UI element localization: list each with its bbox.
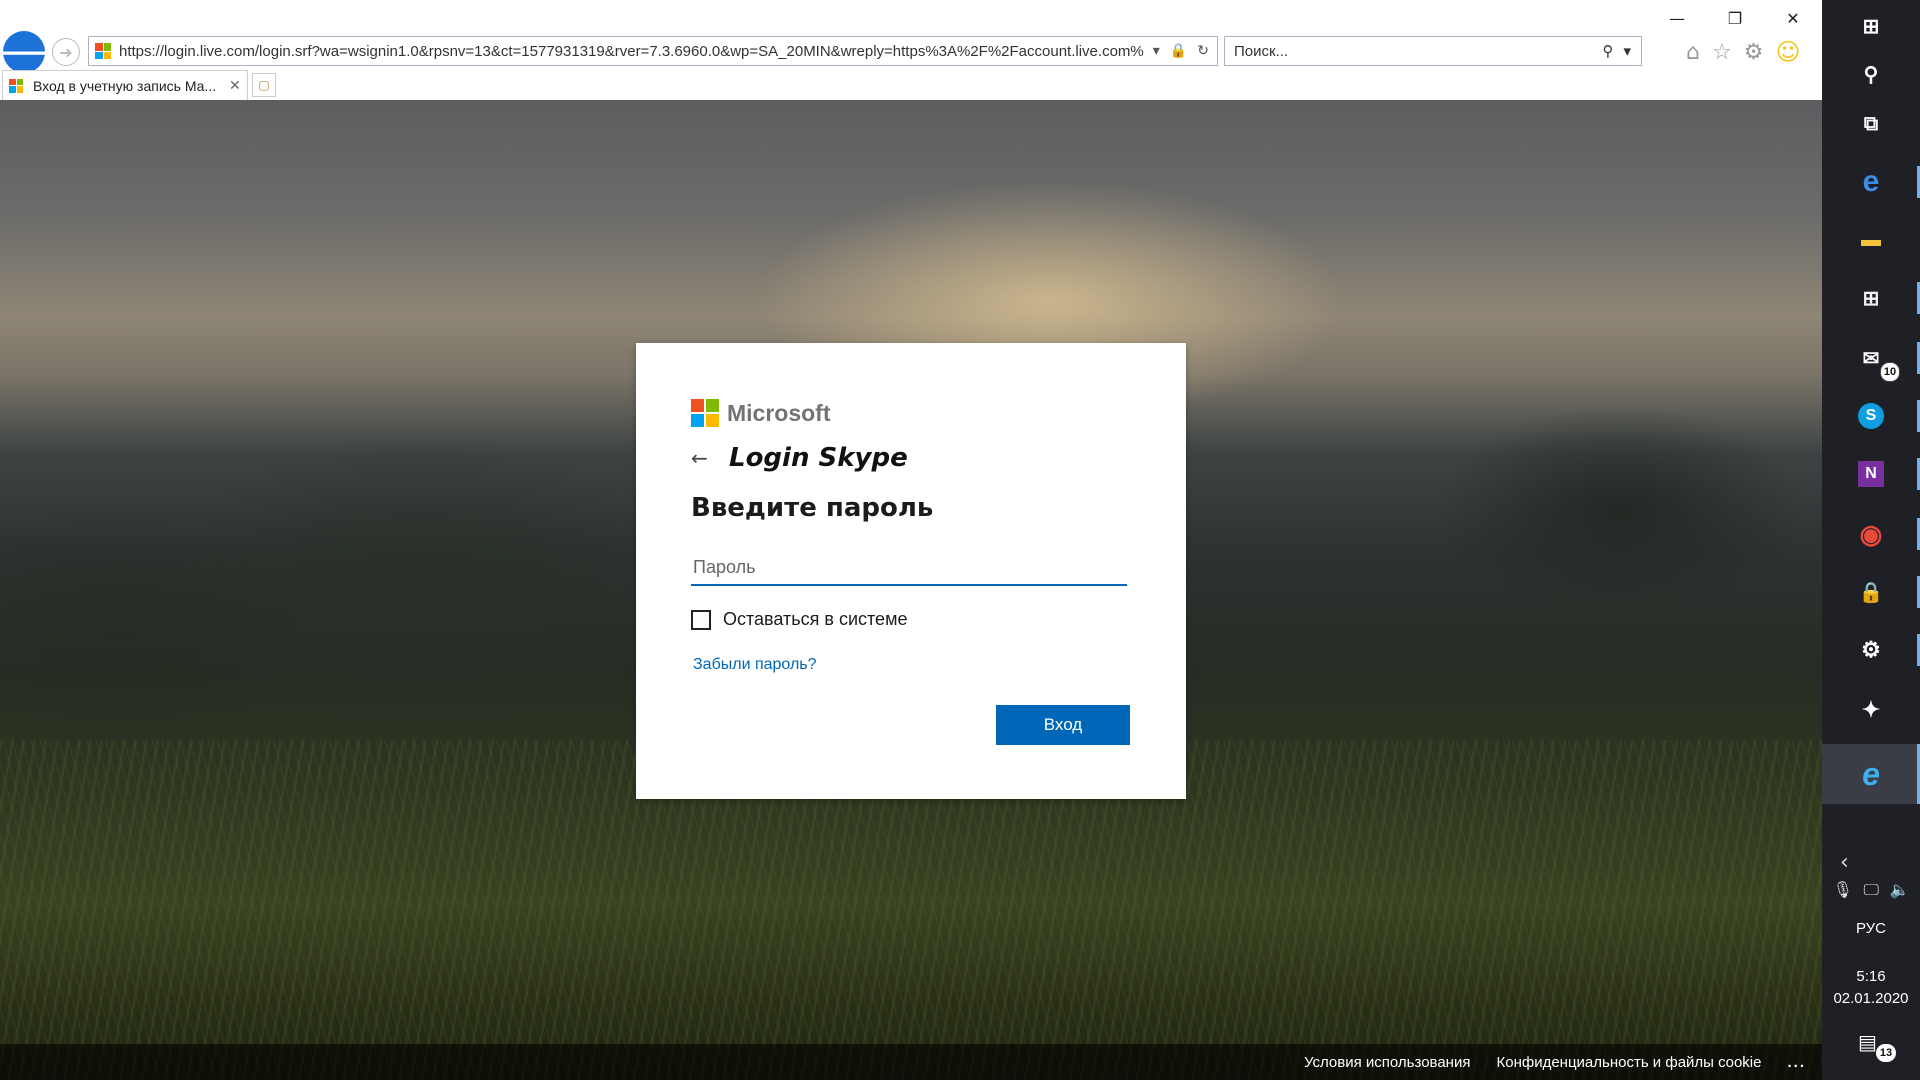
page-footer: Условия использования Конфиденциальность…	[0, 1044, 1822, 1080]
minimize-button[interactable]: —	[1648, 0, 1706, 36]
file-explorer-icon: ▬	[1861, 228, 1881, 251]
mail-badge: 10	[1880, 362, 1900, 382]
stay-signed-in-checkbox[interactable]	[691, 609, 711, 630]
microphone-icon[interactable]: 🎙	[1833, 880, 1853, 900]
clock-date[interactable]: 02.01.2020	[1822, 990, 1920, 1007]
new-tab-icon: ▢	[258, 78, 270, 92]
search-icon[interactable]: ⚲	[1602, 42, 1613, 60]
search-icon: ⚲	[1863, 63, 1879, 86]
close-button[interactable]: ✕	[1764, 0, 1822, 36]
taskbar-app-game[interactable]: ✦	[1822, 684, 1920, 736]
settings-gear-icon[interactable]: ⚙	[1744, 40, 1764, 65]
internet-explorer-icon: e	[1862, 755, 1880, 792]
system-tray: 🎙 🖵 🔈	[1822, 880, 1920, 900]
brand-name: Microsoft	[727, 399, 831, 426]
favorites-star-icon[interactable]: ☆	[1712, 40, 1732, 65]
back-button[interactable]: 🡐	[0, 31, 62, 73]
tray-expand-chevron-icon[interactable]: ‹	[1822, 850, 1920, 875]
address-bar[interactable]: https://login.live.com/login.srf?wa=wsig…	[88, 36, 1218, 66]
restore-button[interactable]: ❐	[1706, 0, 1764, 36]
start-button[interactable]: ⊞	[1822, 0, 1920, 52]
skype-icon: S	[1858, 403, 1884, 429]
tab-title: Вход в учетную запись Ма...	[33, 77, 217, 94]
tab-close-icon[interactable]: ✕	[229, 78, 247, 94]
search-tools: ⚲ ▾	[1602, 42, 1641, 60]
microsoft-favicon-icon	[95, 43, 111, 59]
signin-card: Microsoft ← Login Skype Введите пароль О…	[636, 343, 1186, 799]
forward-button[interactable]: ➜	[52, 38, 80, 66]
page-title: Введите пароль	[691, 493, 934, 523]
action-center-icon[interactable]: ▤	[1858, 1030, 1877, 1054]
identity-name: Login Skype	[729, 443, 908, 473]
window-controls: — ❐ ✕	[1648, 0, 1822, 36]
search-input[interactable]: Поиск...	[1225, 43, 1602, 60]
taskbar-app-skype[interactable]: S	[1822, 390, 1920, 442]
microsoft-logo: Microsoft	[691, 399, 831, 427]
refresh-icon[interactable]: ↻	[1197, 43, 1209, 59]
taskbar-app-mail[interactable]: ✉ 10	[1822, 332, 1920, 384]
network-icon[interactable]: 🖵	[1863, 880, 1878, 900]
taskbar-app-store[interactable]: ⊞	[1822, 272, 1920, 324]
onenote-icon: N	[1858, 461, 1884, 487]
taskbar-app-steam[interactable]: ⚙	[1822, 624, 1920, 676]
login-page: Microsoft ← Login Skype Введите пароль О…	[0, 100, 1822, 1080]
home-icon[interactable]: ⌂	[1686, 40, 1700, 65]
stay-signed-in-row[interactable]: Оставаться в системе	[691, 609, 907, 630]
address-url[interactable]: https://login.live.com/login.srf?wa=wsig…	[119, 43, 1145, 60]
identity-banner: ← Login Skype	[691, 443, 908, 473]
tab-active[interactable]: Вход в учетную запись Ма... ✕	[2, 70, 248, 100]
store-icon: ⊞	[1862, 287, 1880, 310]
privacy-link[interactable]: Конфиденциальность и файлы cookie	[1496, 1054, 1761, 1071]
browser-toolbar-icons: ⌂ ☆ ⚙ ☺	[1686, 36, 1800, 68]
taskbar-app-keepass[interactable]: 🔒	[1822, 566, 1920, 618]
search-box[interactable]: Поиск... ⚲ ▾	[1224, 36, 1642, 66]
search-button[interactable]: ⚲	[1822, 48, 1920, 100]
forward-arrow-icon: ➜	[59, 42, 73, 62]
volume-icon[interactable]: 🔈	[1889, 880, 1909, 900]
more-options-button[interactable]: ...	[1787, 1054, 1806, 1071]
signin-button[interactable]: Вход	[996, 705, 1130, 745]
feedback-smiley-icon[interactable]: ☺	[1775, 38, 1800, 66]
keepass-icon: 🔒	[1858, 581, 1884, 604]
chrome-icon: ◉	[1859, 518, 1883, 549]
browser-window: — ❐ ✕ 🡐 ➜ https://login.live.com/login.s…	[0, 0, 1822, 1080]
tab-strip: Вход в учетную запись Ма... ✕ ▢	[0, 70, 1822, 101]
taskbar-app-onenote[interactable]: N	[1822, 448, 1920, 500]
dropdown-icon[interactable]: ▾	[1153, 43, 1160, 59]
taskbar-app-chrome[interactable]: ◉	[1822, 508, 1920, 560]
windows-start-icon: ⊞	[1862, 15, 1880, 38]
edge-icon: e	[1862, 165, 1880, 198]
taskbar: ⊞ ⚲ ⧉ e ▬ ⊞ ✉ 10 S N ◉ 🔒 ⚙ ✦ e ‹ 🎙 🖵 🔈 Р…	[1822, 0, 1920, 1080]
task-view-button[interactable]: ⧉	[1822, 98, 1920, 150]
notifications-badge: 13	[1876, 1044, 1896, 1062]
microsoft-logo-icon	[691, 399, 719, 427]
back-arrow-icon[interactable]: ←	[691, 446, 729, 470]
forgot-password-link[interactable]: Забыли пароль?	[693, 656, 817, 674]
new-tab-button[interactable]: ▢	[252, 73, 276, 97]
taskbar-app-ie[interactable]: e	[1822, 744, 1920, 804]
search-dropdown-icon[interactable]: ▾	[1623, 42, 1631, 60]
password-field[interactable]	[691, 550, 1127, 586]
lock-icon[interactable]: 🔒	[1170, 43, 1187, 59]
browser-toolbar: — ❐ ✕ 🡐 ➜ https://login.live.com/login.s…	[0, 0, 1822, 73]
game-icon: ✦	[1861, 697, 1881, 722]
language-indicator[interactable]: РУС	[1822, 920, 1920, 937]
microsoft-favicon-icon	[9, 78, 23, 93]
address-tools: ▾ 🔒 ↻	[1145, 43, 1217, 59]
terms-link[interactable]: Условия использования	[1304, 1054, 1471, 1071]
task-view-icon: ⧉	[1863, 112, 1879, 135]
steam-icon: ⚙	[1861, 637, 1881, 662]
stay-signed-in-label[interactable]: Оставаться в системе	[723, 609, 907, 630]
taskbar-app-edge[interactable]: e	[1822, 156, 1920, 208]
taskbar-app-explorer[interactable]: ▬	[1822, 214, 1920, 266]
clock-time[interactable]: 5:16	[1822, 968, 1920, 985]
